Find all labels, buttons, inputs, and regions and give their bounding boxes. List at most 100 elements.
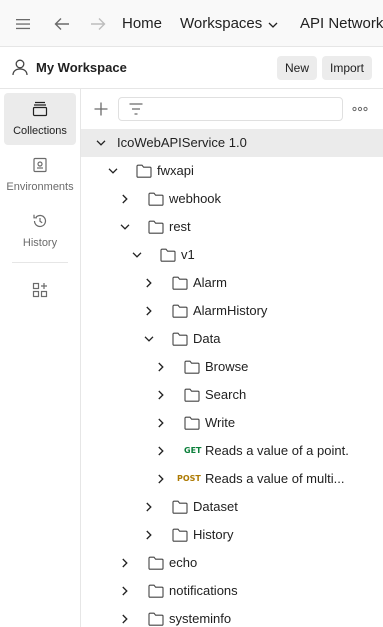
chevron-right-icon[interactable] bbox=[142, 500, 156, 514]
chevron-down-icon bbox=[268, 15, 278, 32]
tree-label-post-request: Reads a value of multi... bbox=[205, 471, 345, 486]
chevron-right-icon[interactable] bbox=[154, 360, 168, 374]
tree-label-rest: rest bbox=[169, 219, 191, 234]
chevron-down-icon[interactable] bbox=[142, 332, 156, 346]
chevron-right-icon[interactable] bbox=[142, 304, 156, 318]
tree-label-systeminfo: systeminfo bbox=[169, 611, 232, 626]
workspace-title[interactable]: My Workspace bbox=[36, 60, 127, 75]
workspaces-menu[interactable]: Workspaces bbox=[180, 0, 278, 46]
tree-row-browse[interactable]: Browse bbox=[81, 353, 383, 381]
filter-input[interactable] bbox=[118, 97, 343, 121]
new-button[interactable]: New bbox=[277, 56, 317, 80]
rail-item-collections[interactable]: Collections bbox=[4, 93, 76, 145]
tree-label-browse: Browse bbox=[205, 359, 249, 374]
tree-row-v1[interactable]: v1 bbox=[81, 241, 383, 269]
tree-label-webhook: webhook bbox=[169, 191, 222, 206]
folder-icon bbox=[184, 416, 200, 430]
history-icon bbox=[32, 213, 48, 232]
chevron-right-icon[interactable] bbox=[118, 612, 132, 626]
chevron-down-icon[interactable] bbox=[94, 136, 108, 150]
folder-icon bbox=[172, 304, 188, 318]
tree-label-notifications: notifications bbox=[169, 583, 238, 598]
chevron-right-icon[interactable] bbox=[154, 388, 168, 402]
tree-row-webhook[interactable]: webhook bbox=[81, 185, 383, 213]
folder-icon bbox=[160, 248, 176, 262]
folder-icon bbox=[184, 360, 200, 374]
api-network-label: API Network bbox=[300, 15, 383, 32]
filter-icon bbox=[129, 103, 143, 118]
tree-row-search[interactable]: Search bbox=[81, 381, 383, 409]
collections-sidebar: IcoWebAPIService 1.0 fwxapi webhook rest… bbox=[81, 89, 383, 627]
workspaces-label: Workspaces bbox=[180, 15, 263, 32]
tree-row-get-request[interactable]: GET Reads a value of a point. bbox=[81, 437, 383, 465]
post-method-badge: POST bbox=[177, 474, 201, 483]
add-apps-icon bbox=[32, 282, 48, 301]
arrow-right-icon[interactable] bbox=[88, 14, 108, 34]
tree-row-alarm[interactable]: Alarm bbox=[81, 269, 383, 297]
folder-icon bbox=[172, 332, 188, 346]
left-rail: Collections Environments History bbox=[0, 89, 81, 627]
folder-icon bbox=[148, 556, 164, 570]
folder-icon bbox=[184, 388, 200, 402]
chevron-right-icon[interactable] bbox=[118, 584, 132, 598]
home-link[interactable]: Home bbox=[122, 0, 163, 46]
folder-icon bbox=[172, 276, 188, 290]
folder-icon bbox=[172, 528, 188, 542]
rail-item-history[interactable]: History bbox=[4, 205, 76, 257]
rail-divider bbox=[12, 262, 68, 263]
tree-label-echo: echo bbox=[169, 555, 198, 570]
tree-label-data: Data bbox=[193, 331, 221, 346]
chevron-right-icon[interactable] bbox=[154, 472, 168, 486]
workspace-header: My Workspace New Import bbox=[0, 47, 383, 89]
arrow-left-icon[interactable] bbox=[52, 14, 72, 34]
chevron-down-icon[interactable] bbox=[118, 220, 132, 234]
rail-label-environments: Environments bbox=[6, 181, 74, 193]
tree-row-notifications[interactable]: notifications bbox=[81, 577, 383, 605]
tree-label-v1: v1 bbox=[181, 247, 195, 262]
chevron-right-icon[interactable] bbox=[154, 416, 168, 430]
folder-icon bbox=[148, 220, 164, 234]
chevron-right-icon[interactable] bbox=[142, 528, 156, 542]
environments-icon bbox=[32, 157, 48, 176]
folder-icon bbox=[172, 500, 188, 514]
home-label: Home bbox=[122, 15, 163, 32]
rail-label-history: History bbox=[22, 237, 58, 249]
tree-row-write[interactable]: Write bbox=[81, 409, 383, 437]
tree-row-fwxapi[interactable]: fwxapi bbox=[81, 157, 383, 185]
get-method-badge: GET bbox=[184, 446, 202, 455]
tree-label-write: Write bbox=[205, 415, 236, 430]
folder-icon bbox=[148, 612, 164, 626]
chevron-right-icon[interactable] bbox=[118, 192, 132, 206]
top-bar: Home Workspaces API Network bbox=[0, 0, 383, 47]
collections-icon bbox=[32, 101, 48, 120]
tree-row-dataset[interactable]: Dataset bbox=[81, 493, 383, 521]
plus-icon[interactable] bbox=[93, 101, 109, 117]
tree-row-history[interactable]: History bbox=[81, 521, 383, 549]
import-button[interactable]: Import bbox=[322, 56, 372, 80]
chevron-right-icon[interactable] bbox=[118, 556, 132, 570]
folder-icon bbox=[136, 164, 152, 178]
chevron-right-icon[interactable] bbox=[154, 444, 168, 458]
tree-row-systeminfo[interactable]: systeminfo bbox=[81, 605, 383, 627]
tree-row-post-request[interactable]: POST Reads a value of multi... bbox=[81, 465, 383, 493]
sidebar-toolbar bbox=[81, 89, 383, 129]
tree-row-alarmhistory[interactable]: AlarmHistory bbox=[81, 297, 383, 325]
user-icon bbox=[11, 58, 29, 76]
tree-row-data[interactable]: Data bbox=[81, 325, 383, 353]
api-network-link[interactable]: API Network bbox=[300, 0, 383, 46]
tree-row-echo[interactable]: echo bbox=[81, 549, 383, 577]
chevron-down-icon[interactable] bbox=[106, 164, 120, 178]
folder-icon bbox=[148, 192, 164, 206]
chevron-down-icon[interactable] bbox=[130, 248, 144, 262]
tree-row-root[interactable]: IcoWebAPIService 1.0 bbox=[81, 129, 383, 157]
rail-label-collections: Collections bbox=[13, 125, 67, 137]
tree-row-rest[interactable]: rest bbox=[81, 213, 383, 241]
tree-label-history: History bbox=[193, 527, 234, 542]
rail-item-configure[interactable] bbox=[4, 265, 76, 317]
more-options-icon[interactable] bbox=[352, 102, 368, 116]
tree-label-root: IcoWebAPIService 1.0 bbox=[117, 135, 247, 150]
tree-label-alarm: Alarm bbox=[193, 275, 227, 290]
rail-item-environments[interactable]: Environments bbox=[4, 149, 76, 201]
chevron-right-icon[interactable] bbox=[142, 276, 156, 290]
hamburger-icon[interactable] bbox=[13, 14, 33, 34]
